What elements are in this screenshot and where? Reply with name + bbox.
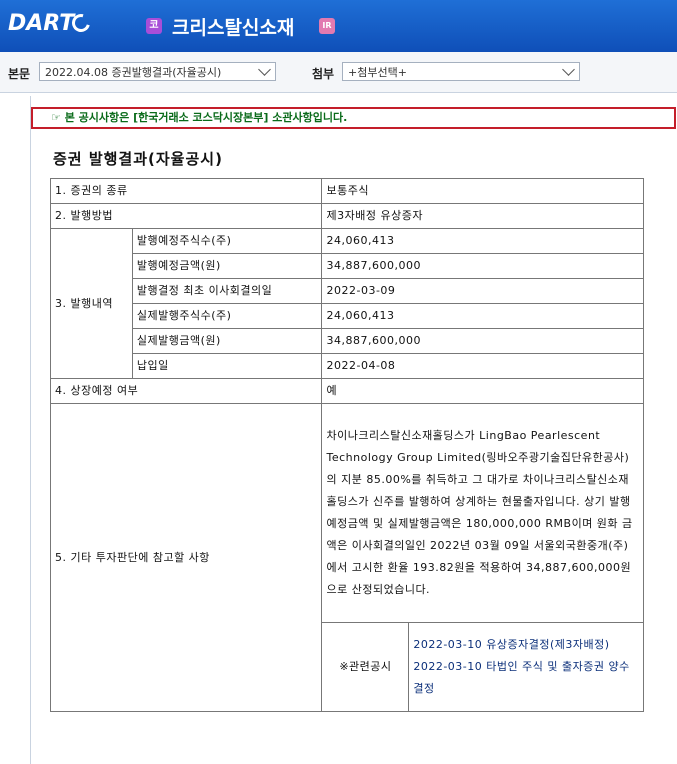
related-disclosure-list: 2022-03-10 유상증자결정(제3자배정) 2022-03-10 타법인 …	[408, 622, 644, 712]
row-label: 납입일	[131, 353, 323, 379]
table-row: 납입일 2022-04-08	[51, 353, 644, 379]
report-selector-bar: 본문 2022.04.08 증권발행결과(자율공시) 첨부 +첨부선택+	[0, 52, 677, 93]
report-label: 본문	[8, 67, 31, 81]
related-disclosure-label: ※관련공시	[321, 622, 410, 712]
issuance-result-table: 1. 증권의 종류 보통주식 2. 발행방법 제3자배정 유상증자 3. 발행내…	[49, 178, 644, 712]
row-value: 2022-03-09	[321, 278, 644, 304]
attach-select[interactable]: +첨부선택+	[342, 62, 580, 81]
row-label: 5. 기타 투자판단에 참고할 사항	[49, 403, 323, 712]
related-disclosure-link[interactable]: 2022-03-10 유상증자결정(제3자배정)	[413, 634, 639, 656]
document-title: 증권 발행결과(자율공시)	[53, 150, 223, 168]
logo-text: DART	[8, 10, 75, 36]
row-label: 발행예정금액(원)	[131, 253, 323, 279]
table-row: 4. 상장예정 여부 예	[49, 378, 644, 404]
row-value: 2022-04-08	[321, 353, 644, 379]
table-row: 2. 발행방법 제3자배정 유상증자	[49, 203, 644, 229]
row-group-label: 3. 발행내역	[50, 228, 133, 379]
table-row: 1. 증권의 종류 보통주식	[49, 178, 644, 204]
row-value: 24,060,413	[321, 303, 644, 329]
row-label: 발행결정 최초 이사회결의일	[131, 278, 323, 304]
chevron-down-icon	[258, 63, 271, 76]
table-row: 3. 발행내역 발행예정주식수(주) 24,060,413	[50, 228, 644, 379]
table-row: 5. 기타 투자판단에 참고할 사항 차이나크리스탈신소재홀딩스가 LingBa…	[49, 403, 644, 712]
chevron-down-icon	[562, 63, 575, 76]
kosdaq-badge: 코	[146, 18, 162, 34]
table-row: 실제발행주식수(주) 24,060,413	[51, 303, 644, 329]
row-value: 24,060,413	[321, 228, 644, 254]
row-value: 보통주식	[321, 178, 644, 204]
attach-label: 첨부	[312, 67, 335, 81]
row-value: 34,887,600,000	[321, 253, 644, 279]
row-label: 실제발행금액(원)	[131, 328, 323, 354]
report-select-value: 2022.04.08 증권발행결과(자율공시)	[45, 66, 222, 79]
table-row: 실제발행금액(원) 34,887,600,000	[51, 328, 644, 354]
row-label: 2. 발행방법	[49, 203, 323, 229]
other-description: 차이나크리스탈신소재홀딩스가 LingBao Pearlescent Techn…	[321, 403, 644, 623]
document-pane: ☞ 본 공시사항은 [한국거래소 코스닥시장본부] 소관사항입니다. 증권 발행…	[30, 96, 677, 764]
row-value: 34,887,600,000	[321, 328, 644, 354]
row-label: 실제발행주식수(주)	[131, 303, 323, 329]
related-disclosure-link[interactable]: 2022-03-10 타법인 주식 및 출자증권 양수결정	[413, 656, 639, 700]
top-header: DART 코 크리스탈신소재 IR	[0, 0, 677, 52]
ir-badge[interactable]: IR	[319, 18, 335, 34]
table-row: 발행결정 최초 이사회결의일 2022-03-09	[51, 278, 644, 304]
notice-text: 본 공시사항은 [한국거래소 코스닥시장본부] 소관사항입니다.	[64, 111, 348, 124]
dart-logo[interactable]: DART	[8, 8, 94, 38]
row-label: 1. 증권의 종류	[49, 178, 323, 204]
report-select[interactable]: 2022.04.08 증권발행결과(자율공시)	[39, 62, 276, 81]
pointing-hand-icon: ☞	[51, 111, 61, 124]
row-value: 제3자배정 유상증자	[321, 203, 644, 229]
attach-select-value: +첨부선택+	[348, 66, 407, 79]
jurisdiction-notice: ☞ 본 공시사항은 [한국거래소 코스닥시장본부] 소관사항입니다.	[31, 107, 676, 129]
row-label: 4. 상장예정 여부	[49, 378, 323, 404]
row-value: 예	[321, 378, 644, 404]
row-label: 발행예정주식수(주)	[131, 228, 323, 254]
company-name: 크리스탈신소재	[172, 17, 295, 39]
table-row: 발행예정금액(원) 34,887,600,000	[51, 253, 644, 279]
